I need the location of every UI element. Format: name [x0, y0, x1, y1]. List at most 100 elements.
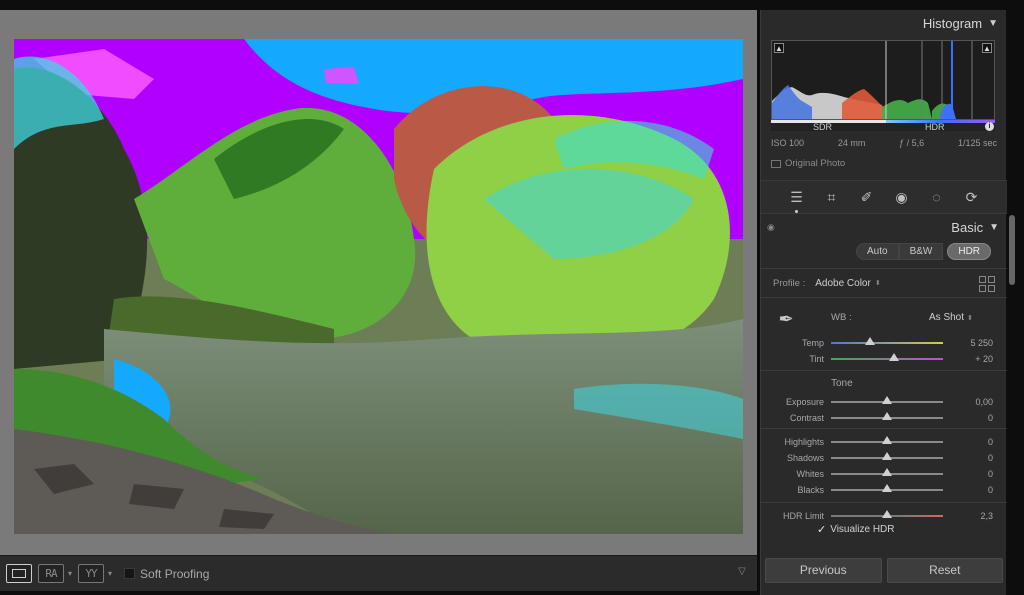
blacks-thumb[interactable] — [882, 484, 892, 492]
highlights-label: Highlights — [784, 437, 824, 447]
whites-label: Whites — [796, 469, 824, 479]
edit-sliders-icon[interactable]: ☰ — [787, 187, 807, 213]
navigation-buttons: Previous Reset — [761, 558, 1007, 588]
soft-proofing-checkbox[interactable] — [124, 568, 136, 579]
exposure-value[interactable]: 0,00 — [975, 397, 993, 407]
shadows-label: Shadows — [786, 453, 824, 463]
tint-row: Tint + 20 — [761, 351, 1007, 367]
wb-value: As Shot — [929, 312, 965, 323]
histogram-title: Histogram — [922, 15, 983, 31]
temp-thumb[interactable] — [865, 337, 876, 345]
whites-thumb[interactable] — [882, 468, 892, 476]
chevron-down-icon[interactable]: ▾ — [68, 569, 72, 578]
auto-button[interactable]: Auto — [856, 243, 899, 260]
heal-icon[interactable]: ✐ — [857, 187, 877, 207]
collapse-triangle-icon[interactable]: ▼ — [989, 222, 999, 233]
histogram-curves — [772, 41, 973, 119]
shadows-value[interactable]: 0 — [988, 453, 993, 463]
chevron-down-icon[interactable]: ▾ — [108, 569, 112, 578]
title-strip — [0, 0, 1024, 10]
divider — [761, 502, 1007, 503]
contrast-label: Contrast — [789, 413, 824, 423]
soft-proofing-label: Soft Proofing — [140, 566, 210, 581]
tint-value[interactable]: + 20 — [975, 354, 993, 364]
shadows-thumb[interactable] — [882, 452, 892, 460]
histogram-graph[interactable]: ▲ ▲ — [771, 40, 995, 120]
temp-slider[interactable] — [831, 342, 943, 344]
hdr-limit-label: HDR Limit — [782, 511, 824, 521]
masking-icon[interactable]: ◌ — [927, 187, 947, 207]
hdr-button[interactable]: HDR — [947, 243, 992, 260]
wb-select[interactable]: As Shot ⬍ — [929, 312, 973, 323]
blacks-value[interactable]: 0 — [988, 485, 993, 495]
basic-title: Basic — [951, 219, 984, 235]
basic-header[interactable]: ◉ Basic ▼ — [761, 216, 1007, 238]
red-eye-icon[interactable]: ◉ — [892, 187, 912, 207]
yy-label: YY — [85, 567, 97, 580]
photo-preview[interactable] — [14, 39, 743, 534]
updown-icon: ⬍ — [967, 315, 973, 322]
profile-browser-icon[interactable] — [979, 276, 995, 292]
profile-select[interactable]: Adobe Color — [815, 278, 871, 289]
whites-row: Whites 0 — [761, 466, 1007, 482]
hdr-limit-row: HDR Limit 2,3 — [761, 508, 1007, 524]
contrast-value[interactable]: 0 — [988, 413, 993, 423]
before-after-yy-button[interactable]: YY — [78, 564, 105, 583]
visualize-hdr-toggle[interactable]: ✓ Visualize HDR — [817, 523, 895, 536]
wb-eyedropper-icon[interactable]: ✒ — [773, 306, 799, 332]
check-icon[interactable]: ✓ — [817, 523, 826, 536]
tint-thumb[interactable] — [888, 353, 899, 361]
temp-value[interactable]: 5 250 — [970, 338, 993, 348]
bw-button[interactable]: B&W — [898, 243, 944, 260]
reset-button[interactable]: Reset — [886, 558, 1003, 583]
wb-label: WB : — [831, 312, 852, 323]
original-photo-checkbox[interactable] — [771, 159, 781, 168]
tint-label: Tint — [809, 354, 824, 364]
exif-info: ISO 100 24 mm ƒ / 5,6 1/125 sec — [771, 138, 997, 148]
lightroom-develop-window: RA ▾ YY ▾ Soft Proofing ▽ Histogram ▼ ▲ … — [0, 0, 1024, 595]
profile-label: Profile : — [773, 277, 806, 289]
treatment-buttons: Auto B&W HDR — [856, 243, 992, 260]
before-after-ra-button[interactable]: RA — [38, 564, 64, 583]
contrast-thumb[interactable] — [882, 412, 892, 420]
sdr-label: SDR — [813, 122, 833, 132]
shutter-value: 1/125 sec — [957, 138, 997, 148]
hdr-limit-value[interactable]: 2,3 — [980, 511, 993, 521]
aperture-value: ƒ / 5,6 — [899, 138, 925, 148]
crop-icon[interactable]: ⌗ — [822, 187, 842, 207]
photo-image — [14, 39, 743, 534]
blacks-row: Blacks 0 — [761, 482, 1007, 498]
highlights-thumb[interactable] — [882, 436, 892, 444]
visualize-hdr-label: Visualize HDR — [830, 524, 895, 535]
divider — [761, 428, 1007, 429]
info-icon[interactable]: i — [985, 122, 994, 131]
exposure-label: Exposure — [785, 397, 824, 407]
tool-strip: ☰ ⌗ ✐ ◉ ◌ ⟳ — [761, 180, 1007, 214]
shadow-clipping-icon[interactable]: ▲ — [774, 43, 784, 53]
divider — [761, 370, 1007, 371]
highlights-value[interactable]: 0 — [988, 437, 993, 447]
tint-slider[interactable] — [831, 358, 943, 360]
hdr-limit-thumb[interactable] — [882, 510, 892, 518]
temp-label: Temp — [801, 338, 824, 348]
previous-button[interactable]: Previous — [765, 558, 882, 583]
original-photo-toggle[interactable]: Original Photo — [771, 158, 845, 169]
loupe-view-icon[interactable] — [6, 564, 32, 583]
collapse-triangle-icon[interactable]: ▼ — [988, 18, 998, 29]
original-photo-label: Original Photo — [785, 158, 846, 169]
focal-length-value: 24 mm — [837, 138, 866, 148]
panel-scrollbar[interactable] — [1009, 215, 1015, 285]
histogram-header[interactable]: Histogram ▼ — [761, 10, 1006, 36]
whites-value[interactable]: 0 — [988, 469, 993, 479]
image-canvas[interactable] — [0, 10, 757, 555]
updown-icon[interactable]: ⬍ — [875, 279, 881, 287]
exposure-thumb[interactable] — [882, 396, 892, 404]
toolbar-menu-icon[interactable]: ▽ — [735, 566, 749, 580]
highlights-row: Highlights 0 — [761, 434, 1007, 450]
highlight-clipping-icon[interactable]: ▲ — [982, 43, 992, 53]
presets-icon[interactable]: ⟳ — [962, 187, 982, 207]
sdr-hdr-bar — [771, 120, 995, 131]
visibility-eye-icon[interactable]: ◉ — [767, 222, 775, 233]
profile-row: Profile : Adobe Color ⬍ — [761, 268, 1007, 298]
contrast-row: Contrast 0 — [761, 410, 1007, 426]
